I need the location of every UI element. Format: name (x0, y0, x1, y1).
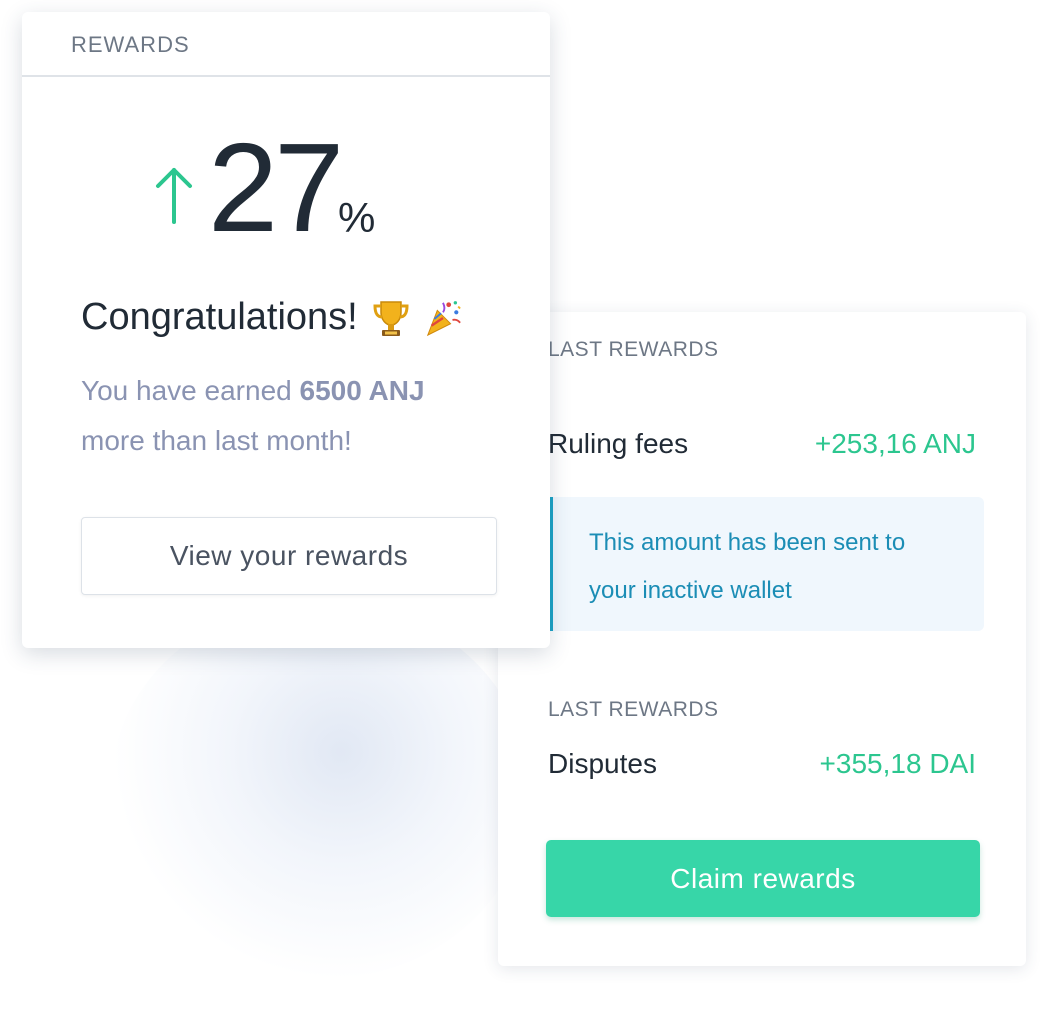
rewards-percent-stat: 27 % (152, 118, 452, 262)
earned-description: You have earned 6500 ANJ more than last … (81, 366, 501, 466)
ruling-fees-value: +253,16 ANJ (814, 428, 976, 459)
disputes-label: Disputes (548, 748, 657, 779)
arrow-up-icon (156, 168, 192, 224)
party-popper-icon (426, 300, 461, 336)
rewards-card-title: REWARDS (71, 32, 190, 57)
percent-value: 27 (208, 117, 344, 258)
ruling-fees-label: Ruling fees (548, 428, 689, 459)
rewards-card-header: REWARDS (22, 12, 550, 77)
background-glow (110, 600, 530, 980)
inactive-wallet-notice: This amount has been sent to your inacti… (550, 497, 984, 631)
percent-symbol: % (338, 194, 376, 241)
claim-rewards-button[interactable]: Claim rewards (546, 840, 980, 917)
view-rewards-button[interactable]: View your rewards (81, 517, 497, 595)
last-rewards-label-1: LAST REWARDS (548, 338, 719, 361)
last-rewards-label-2: LAST REWARDS (548, 698, 719, 721)
earned-amount: 6500 ANJ (299, 375, 425, 406)
trophy-icon (373, 300, 409, 336)
earned-prefix: You have earned (81, 375, 292, 406)
earned-suffix: more than last month! (81, 425, 352, 456)
inactive-wallet-notice-text: This amount has been sent to your inacti… (589, 529, 906, 604)
disputes-value: +355,18 DAI (819, 748, 976, 779)
congratulations-text: Congratulations! (81, 296, 358, 338)
congratulations-heading: Congratulations! (81, 296, 462, 339)
rewards-widget-stage: LAST REWARDS Ruling fees +253,16 ANJ Thi… (0, 0, 1048, 1026)
rewards-card: REWARDS 27 % Congratulations! You have e… (22, 12, 550, 648)
last-rewards-card: LAST REWARDS Ruling fees +253,16 ANJ Thi… (498, 312, 1026, 966)
